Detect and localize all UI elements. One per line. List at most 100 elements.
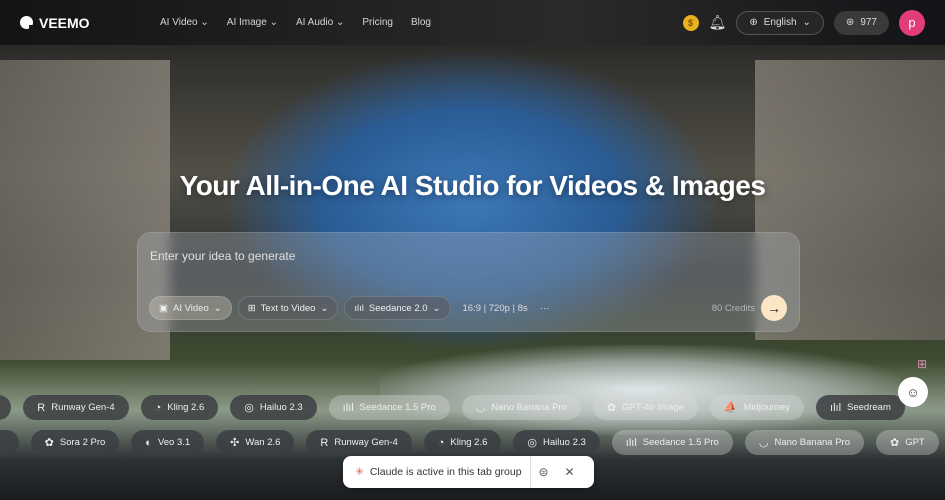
chevron-down-icon: ⌄ [432, 302, 441, 314]
model-label: Nano Banana Pro [491, 402, 567, 413]
bell-icon[interactable]: 🔔︎ [709, 14, 727, 31]
chevron-down-icon: ⌄ [213, 302, 222, 314]
nav-pricing[interactable]: Pricing [362, 17, 393, 28]
model-chip[interactable]: R Runway Gen-4 [306, 430, 412, 455]
model-label: Midjourney [743, 402, 791, 413]
credits-value: 977 [860, 17, 877, 28]
model-icon: R [37, 401, 46, 414]
claude-status-bar: ✳ Claude is active in this tab group ⊜ ✕ [343, 456, 594, 488]
language-select[interactable]: ⊕ English ⌄ [736, 10, 824, 35]
credit-icon: ⊛ [845, 17, 855, 28]
model-chip[interactable]: ılıl Seedream [816, 395, 905, 420]
model-icon: ılıl [625, 436, 637, 449]
claude-status-text: Claude is active in this tab group [369, 466, 522, 478]
model-chip[interactable]: ◔ Kling 2.6 [140, 395, 219, 420]
model-icon: ✿ [606, 402, 617, 414]
model-icon: ◔ [437, 436, 445, 449]
prompt-box: Enter your idea to generate ▣ AI Video ⌄ ⊞… [137, 232, 800, 332]
bot-icon: ☺ [906, 384, 920, 400]
model-chip[interactable]: ✿ Sora 2 Pro [30, 430, 120, 455]
brand-name: VEEMO [39, 14, 90, 31]
coin-icon[interactable]: $ [682, 14, 699, 31]
model-select[interactable]: ılıl Seedance 2.0 ⌄ [344, 296, 451, 320]
nav-ai-audio[interactable]: AI Audio ⌄ [296, 17, 344, 28]
credit-cost: 80 Credits [711, 302, 755, 314]
model-chip[interactable]: ◡ Nano Banana Pro [461, 395, 581, 420]
model-icon: ◎ [527, 437, 537, 449]
model-chip[interactable]: ✣ Wan 2.6 [216, 430, 295, 455]
model-icon: ılıl [342, 401, 354, 414]
arrow-right-icon: → [767, 300, 781, 316]
nav-blog[interactable]: Blog [411, 17, 431, 28]
model-chip[interactable]: ◐ Veo 3.1 [131, 430, 205, 455]
model-icon: ◔ [154, 401, 162, 414]
video-icon: ▣ [159, 302, 168, 314]
assistant-bot-button[interactable]: ☺ [898, 377, 928, 407]
model-carousel-row-1: 6 R Runway Gen-4 ◔ Kling 2.6 ◎ Hailuo 2.3 ılıl S… [0, 395, 905, 420]
credits-balance[interactable]: ⊛ 977 [833, 10, 889, 35]
more-options-button[interactable]: ··· [534, 297, 556, 319]
top-nav: VEEMO AI Video ⌄ AI Image ⌄ AI Audio ⌄ P… [0, 0, 945, 45]
model-chip[interactable]: ◡ Nano Banana Pro [744, 430, 864, 455]
video-settings[interactable]: 16:9 | 720p | 8s [463, 303, 528, 314]
model-label: Seedance 1.5 Pro [359, 402, 436, 413]
language-label: English [763, 17, 797, 28]
model-chip[interactable]: ✿ GPT [875, 430, 939, 455]
avatar[interactable]: p [899, 9, 925, 36]
model-carousel-row-2: ✿ Sora 2 Pro ◐ Veo 3.1 ✣ Wan 2.6 R Runway Gen-4… [0, 430, 939, 455]
model-chip[interactable]: ◔ Kling 2.6 [423, 430, 502, 455]
chat-icon[interactable]: ⊜ [531, 465, 557, 479]
model-label: Hailuo 2.3 [543, 437, 586, 448]
model-label: Veo 3.1 [157, 437, 191, 448]
model-icon: ◐ [145, 436, 152, 449]
text-to-video-icon: ⊞ [247, 302, 256, 314]
model-chip[interactable]: R Runway Gen-4 [23, 395, 129, 420]
prompt-input[interactable]: Enter your idea to generate [150, 249, 295, 263]
chevron-down-icon: ⌄ [320, 302, 329, 314]
type-label: Text to Video [260, 302, 316, 314]
model-label: GPT-4o Image [622, 402, 684, 413]
model-icon: R [320, 436, 329, 449]
model-icon: ✿ [889, 437, 900, 449]
model-chip-partial[interactable] [0, 430, 19, 455]
model-icon: ✣ [230, 437, 240, 449]
background-ground [380, 345, 900, 435]
model-chip-partial[interactable]: 6 [0, 395, 12, 420]
model-label: Seedream [847, 402, 891, 413]
generate-button[interactable]: → [761, 295, 787, 321]
globe-icon: ⊕ [749, 17, 758, 28]
page-title: Your All-in-One AI Studio for Videos & I… [179, 170, 766, 201]
model-label: Seedance 2.0 [368, 302, 428, 314]
model-label: GPT [905, 437, 925, 448]
claude-icon: ✳ [355, 466, 364, 478]
nav-ai-video[interactable]: AI Video ⌄ [160, 17, 209, 28]
close-icon[interactable]: ✕ [557, 465, 583, 479]
model-chip[interactable]: ◎ Hailuo 2.3 [513, 430, 600, 455]
model-chip[interactable]: ⛵ Midjourney [709, 395, 805, 420]
model-chip[interactable]: ılıl Seedance 1.5 Pro [611, 430, 733, 455]
mode-select[interactable]: ▣ AI Video ⌄ [149, 296, 232, 320]
model-icon: ✿ [44, 437, 54, 449]
nav-ai-image[interactable]: AI Image ⌄ [227, 17, 278, 28]
type-select[interactable]: ⊞ Text to Video ⌄ [237, 296, 339, 320]
logo-icon [20, 16, 34, 30]
model-label: Wan 2.6 [245, 437, 281, 448]
model-label: Hailuo 2.3 [259, 402, 303, 413]
model-icon: ◡ [475, 402, 486, 414]
model-chip[interactable]: ◎ Hailuo 2.3 [230, 395, 317, 420]
seedance-icon: ılıl [354, 302, 364, 314]
model-label: Kling 2.6 [450, 437, 488, 448]
model-chip[interactable]: ılıl Seedance 1.5 Pro [328, 395, 450, 420]
model-icon: ◎ [244, 402, 254, 414]
model-icon: ⛵ [723, 402, 738, 414]
model-label: Runway Gen-4 [51, 402, 115, 413]
chevron-down-icon: ⌄ [802, 17, 811, 28]
model-icon: ılıl [830, 401, 842, 414]
mode-label: AI Video [172, 302, 209, 314]
model-icon: ◡ [758, 437, 769, 449]
model-label: Nano Banana Pro [774, 437, 850, 448]
brand-logo[interactable]: VEEMO [20, 15, 160, 31]
model-label: Seedance 1.5 Pro [642, 437, 719, 448]
model-chip[interactable]: ✿ GPT-4o Image [592, 395, 698, 420]
apps-icon[interactable]: ⊞ [917, 357, 927, 371]
